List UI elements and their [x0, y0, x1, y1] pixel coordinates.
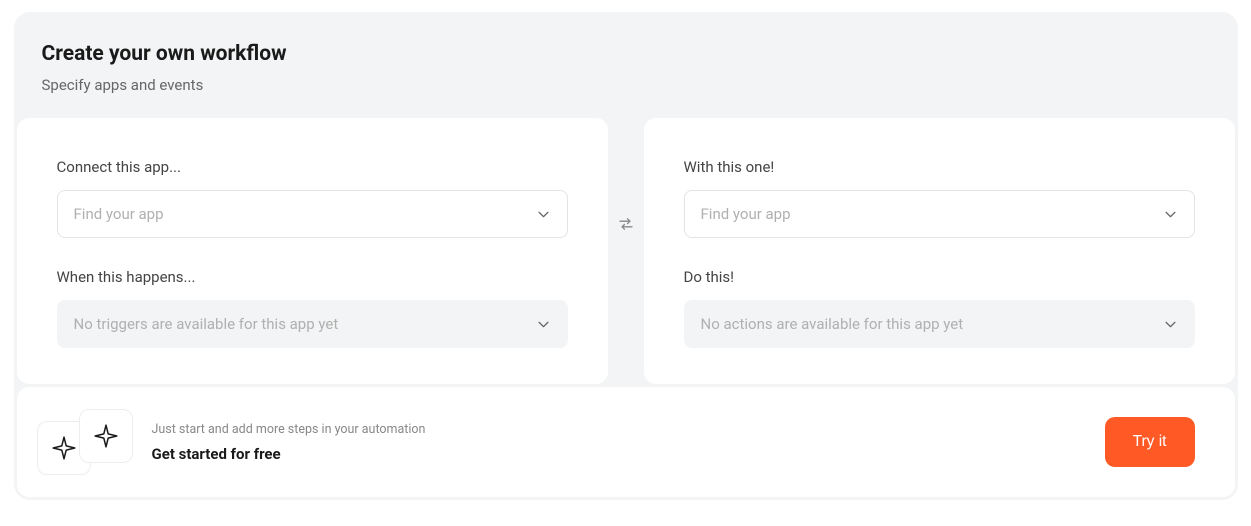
sparkle-icon-box — [79, 409, 133, 463]
trigger-label: When this happens... — [57, 268, 568, 286]
footer-headline: Get started for free — [152, 445, 1085, 463]
footer-hint: Just start and add more steps in your au… — [152, 422, 1085, 437]
target-app-select[interactable]: Find your app — [684, 190, 1195, 238]
chevron-down-icon — [537, 207, 551, 221]
sparkle-icon-pair — [37, 409, 132, 475]
sparkle-icon — [51, 435, 77, 461]
panel-header: Create your own workflow Specify apps an… — [14, 12, 1238, 118]
target-app-card: With this one! Find your app Do this! No… — [644, 118, 1235, 384]
source-app-field: Connect this app... Find your app — [57, 158, 568, 238]
sparkle-icon — [93, 423, 119, 449]
source-app-placeholder: Find your app — [74, 205, 164, 223]
chevron-down-icon — [1164, 207, 1178, 221]
swap-column — [616, 118, 636, 384]
trigger-select[interactable]: No triggers are available for this app y… — [57, 300, 568, 348]
target-app-placeholder: Find your app — [701, 205, 791, 223]
chevron-down-icon — [1164, 317, 1178, 331]
swap-horizontal-icon — [618, 216, 634, 232]
swap-apps-button[interactable] — [616, 214, 636, 234]
connection-cards-row: Connect this app... Find your app When t… — [14, 118, 1238, 387]
source-app-label: Connect this app... — [57, 158, 568, 176]
page-subtitle: Specify apps and events — [42, 76, 1210, 94]
trigger-placeholder: No triggers are available for this app y… — [74, 315, 339, 333]
page-title: Create your own workflow — [42, 42, 1210, 66]
source-app-card: Connect this app... Find your app When t… — [17, 118, 608, 384]
trigger-field: When this happens... No triggers are ava… — [57, 268, 568, 348]
source-app-select[interactable]: Find your app — [57, 190, 568, 238]
action-field: Do this! No actions are available for th… — [684, 268, 1195, 348]
workflow-builder-panel: Create your own workflow Specify apps an… — [14, 12, 1238, 500]
footer-bar: Just start and add more steps in your au… — [17, 387, 1235, 497]
action-placeholder: No actions are available for this app ye… — [701, 315, 964, 333]
action-select[interactable]: No actions are available for this app ye… — [684, 300, 1195, 348]
chevron-down-icon — [537, 317, 551, 331]
try-it-button[interactable]: Try it — [1105, 417, 1195, 467]
target-app-label: With this one! — [684, 158, 1195, 176]
action-label: Do this! — [684, 268, 1195, 286]
target-app-field: With this one! Find your app — [684, 158, 1195, 238]
footer-text-block: Just start and add more steps in your au… — [152, 422, 1085, 463]
